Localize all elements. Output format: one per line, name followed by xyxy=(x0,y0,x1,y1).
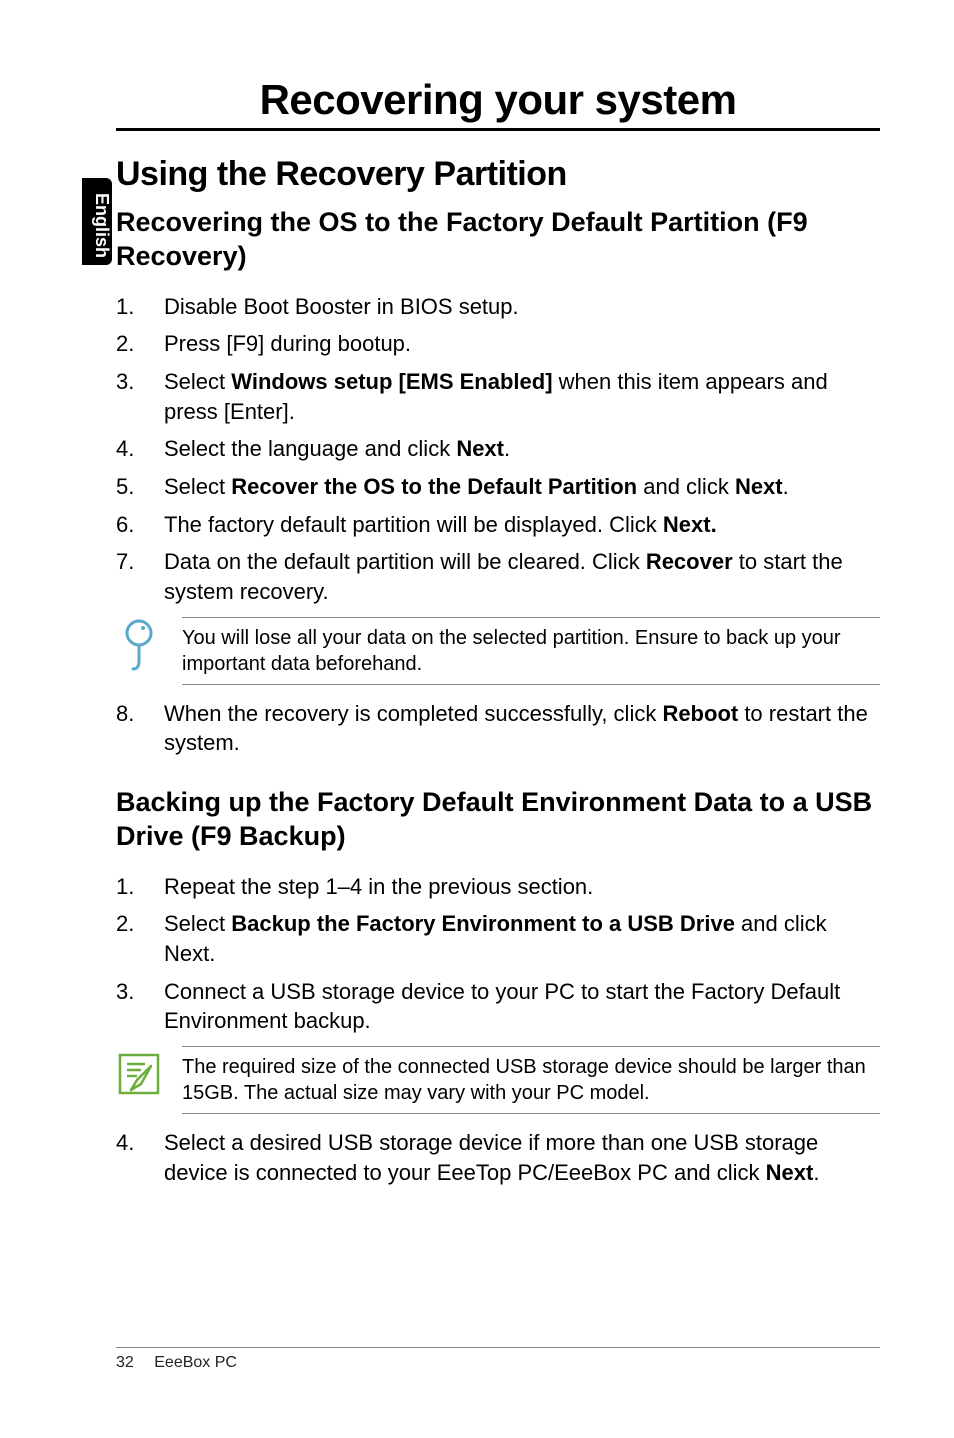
tip-text-1: You will lose all your data on the selec… xyxy=(182,617,880,685)
step-item: Select Backup the Factory Environment to… xyxy=(116,909,880,968)
language-tab: English xyxy=(82,178,112,265)
footer-label: EeeBox PC xyxy=(154,1354,237,1371)
note-2: The required size of the connected USB s… xyxy=(116,1046,880,1114)
step-item: Select a desired USB storage device if m… xyxy=(116,1128,880,1187)
steps-list-1: Disable Boot Booster in BIOS setup. Press… xyxy=(116,292,880,607)
note-text-2: The required size of the connected USB s… xyxy=(182,1046,880,1114)
step-item: Press [F9] during bootup. xyxy=(116,329,880,359)
step-item: When the recovery is completed successfu… xyxy=(116,699,880,758)
step-item: Select the language and click Next. xyxy=(116,434,880,464)
step-item: Data on the default partition will be cl… xyxy=(116,547,880,606)
note-icon xyxy=(116,1046,162,1102)
subsection-2-heading: Backing up the Factory Default Environme… xyxy=(116,786,880,854)
steps-list-1-cont: When the recovery is completed successfu… xyxy=(116,699,880,758)
step-item: Disable Boot Booster in BIOS setup. xyxy=(116,292,880,322)
subsection-1-heading: Recovering the OS to the Factory Default… xyxy=(116,206,880,274)
page-title: Recovering your system xyxy=(116,76,880,124)
step-item: The factory default partition will be di… xyxy=(116,510,880,540)
steps-list-2-cont: Select a desired USB storage device if m… xyxy=(116,1128,880,1187)
tip-note-1: You will lose all your data on the selec… xyxy=(116,617,880,685)
steps-list-2: Repeat the step 1–4 in the previous sect… xyxy=(116,872,880,1036)
title-box: Recovering your system xyxy=(116,76,880,131)
step-item: Repeat the step 1–4 in the previous sect… xyxy=(116,872,880,902)
step-item: Select Windows setup [EMS Enabled] when … xyxy=(116,367,880,426)
section-heading: Using the Recovery Partition xyxy=(116,155,880,194)
step-item: Connect a USB storage device to your PC … xyxy=(116,977,880,1036)
step-item: Select Recover the OS to the Default Par… xyxy=(116,472,880,502)
page-content: Recovering your system Using the Recover… xyxy=(116,76,880,1197)
page-number: 32 xyxy=(116,1354,134,1371)
tip-icon xyxy=(116,617,162,673)
page-footer: 32 EeeBox PC xyxy=(116,1347,880,1372)
